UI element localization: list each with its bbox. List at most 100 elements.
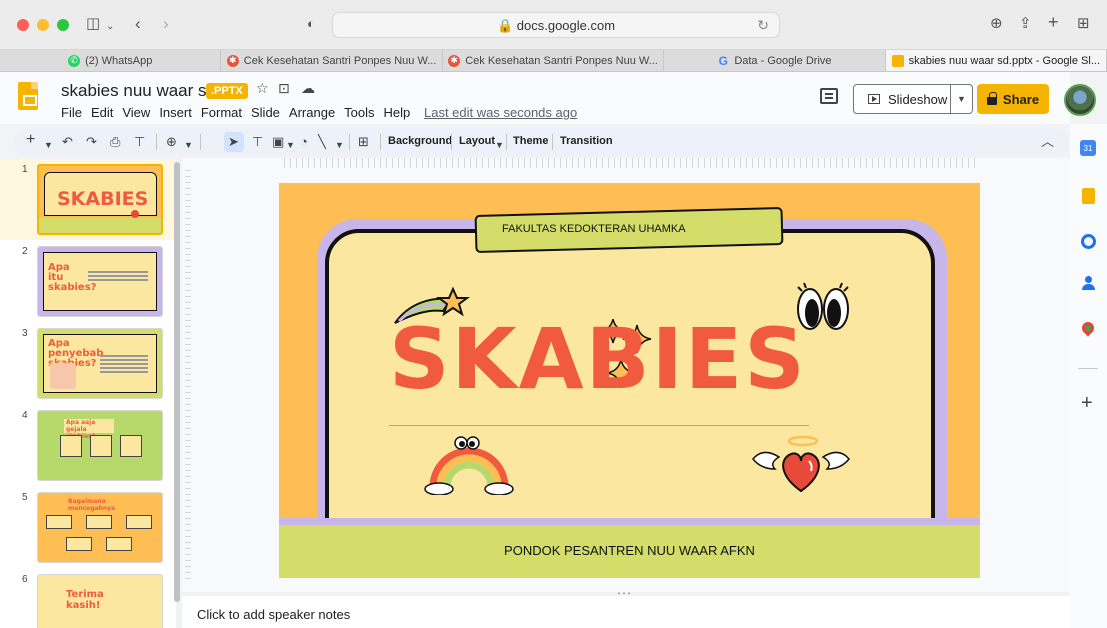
browser-tab[interactable]: ✱ Cek Kesehatan Santri Ponpes Nuu W... <box>221 50 443 71</box>
slide-thumbnail-5[interactable]: 5 Bagaimana mencegahnya <box>0 488 176 568</box>
menu-edit[interactable]: Edit <box>91 105 113 120</box>
downloads-icon[interactable]: ⊕ <box>990 14 1003 34</box>
main-slide[interactable]: FAKULTAS KEDOKTERAN UHAMKA SKABIES PONDO… <box>279 183 980 578</box>
tasks-icon[interactable] <box>1081 234 1096 249</box>
redo-icon[interactable]: ↷ <box>86 134 97 150</box>
slideshow-dropdown-icon[interactable]: ▼ <box>950 85 972 113</box>
move-folder-icon[interactable]: ⊡ <box>278 80 290 97</box>
thumbnail-title: Terima kasih! <box>66 589 104 611</box>
star-icon[interactable]: ☆ <box>256 80 269 97</box>
print-icon[interactable]: ⎙ <box>110 134 120 150</box>
title-divider <box>389 425 809 426</box>
tab-overview-icon[interactable]: ⊞ <box>1077 14 1090 34</box>
slideshow-button[interactable]: Slideshow ▼ <box>853 84 973 114</box>
menu-insert[interactable]: Insert <box>159 105 192 120</box>
slide-title[interactable]: SKABIES <box>389 317 807 401</box>
slide-thumbnail-1[interactable]: 1 SKABIES <box>0 160 176 240</box>
reload-icon[interactable]: ↻ <box>757 17 769 34</box>
image-dropdown-icon[interactable]: ▼ <box>286 137 295 153</box>
tab-label: Data - Google Drive <box>734 54 832 67</box>
transition-button[interactable]: Transition <box>560 135 613 147</box>
tab-label: Cek Kesehatan Santri Ponpes Nuu W... <box>465 54 658 67</box>
maps-icon[interactable] <box>1079 319 1097 337</box>
chevron-down-icon[interactable]: ⌄ <box>106 17 114 37</box>
comment-history-icon[interactable] <box>820 88 838 104</box>
cloud-status-icon[interactable]: ☁ <box>301 80 315 97</box>
share-sheet-icon[interactable]: ⇪ <box>1019 14 1032 34</box>
layout-dropdown-icon[interactable]: ▼ <box>495 137 504 153</box>
toolbar-divider <box>200 134 201 150</box>
line-icon[interactable]: ╲ <box>318 134 326 150</box>
lock-icon <box>986 92 997 105</box>
toolbar-divider <box>506 134 507 150</box>
privacy-shield-icon[interactable]: ◐ <box>307 14 315 34</box>
slide-thumbnail-4[interactable]: 4 Apa aaja gejala skabies? <box>0 406 176 486</box>
theme-button[interactable]: Theme <box>513 135 548 147</box>
document-title[interactable]: skabies nuu waar sd <box>61 81 216 101</box>
url-value: docs.google.com <box>516 18 616 33</box>
paint-format-icon[interactable]: ⊤ <box>134 134 145 150</box>
thumbnail-title: Bagaimana mencegahnya <box>68 498 116 512</box>
collapse-toolbar-icon[interactable]: ︿ <box>1041 134 1054 150</box>
toolbar-divider <box>349 134 350 150</box>
slide-thumbnail-2[interactable]: 2 Apa itu skabies? <box>0 242 176 322</box>
menu-bar: File Edit View Insert Format Slide Arran… <box>61 105 419 120</box>
menu-help[interactable]: Help <box>384 105 411 120</box>
slides-icon <box>891 54 904 67</box>
text-box-icon[interactable]: ⊤ <box>252 134 263 150</box>
slide-footer-text[interactable]: PONDOK PESANTREN NUU WAAR AFKN <box>279 543 980 558</box>
menu-slide[interactable]: Slide <box>251 105 280 120</box>
shape-icon[interactable]: ◔ <box>300 134 308 150</box>
minimize-window-button[interactable] <box>37 19 49 31</box>
menu-file[interactable]: File <box>61 105 82 120</box>
rainbow-icon[interactable] <box>421 431 517 495</box>
user-avatar[interactable] <box>1064 84 1096 116</box>
zoom-icon[interactable]: ⊕ <box>166 134 177 150</box>
forward-arrow-icon[interactable]: › <box>163 14 169 34</box>
tab-label: skabies nuu waar sd.pptx - Google Sl... <box>908 54 1101 67</box>
zoom-dropdown-icon[interactable]: ▼ <box>184 137 193 153</box>
browser-tab[interactable]: ✆ (2) WhatsApp <box>0 50 222 71</box>
address-bar[interactable]: 🔒 docs.google.com ↻ <box>332 12 780 38</box>
browser-tab[interactable]: ✱ Cek Kesehatan Santri Ponpes Nuu W... <box>443 50 665 71</box>
slide-header-text[interactable]: FAKULTAS KEDOKTERAN UHAMKA <box>502 223 686 235</box>
slide-filmstrip: 1 SKABIES 2 Apa itu skabies? 3 Apa penye… <box>0 160 176 628</box>
share-button[interactable]: Share <box>977 84 1049 114</box>
keep-icon[interactable] <box>1082 188 1095 204</box>
close-window-button[interactable] <box>17 19 29 31</box>
winged-heart-icon[interactable] <box>749 433 853 495</box>
slides-logo-icon[interactable] <box>18 82 38 110</box>
menu-tools[interactable]: Tools <box>344 105 374 120</box>
new-tab-icon[interactable]: + <box>1048 12 1059 32</box>
add-addon-icon[interactable]: + <box>1081 392 1093 415</box>
background-button[interactable]: Background <box>388 135 452 147</box>
slide-thumbnail-3[interactable]: 3 Apa penyebab skabies? <box>0 324 176 404</box>
zoom-window-button[interactable] <box>57 19 69 31</box>
image-icon[interactable]: ▣ <box>272 134 284 150</box>
contacts-icon[interactable] <box>1082 276 1095 291</box>
layout-button[interactable]: Layout <box>459 135 495 147</box>
browser-tab-active[interactable]: skabies nuu waar sd.pptx - Google Sl... <box>885 50 1107 71</box>
browser-tab-bar: ✆ (2) WhatsApp ✱ Cek Kesehatan Santri Po… <box>0 50 1107 72</box>
menu-view[interactable]: View <box>122 105 150 120</box>
menu-format[interactable]: Format <box>201 105 242 120</box>
menu-arrange[interactable]: Arrange <box>289 105 335 120</box>
filmstrip-scroll-thumb[interactable] <box>174 162 180 602</box>
browser-tab[interactable]: G Data - Google Drive <box>664 50 886 71</box>
slide-thumbnail-6[interactable]: 6 Terima kasih! <box>0 570 176 628</box>
sidebar-toggle-icon[interactable]: ◫ <box>86 14 100 34</box>
browser-toolbar: ◫ ⌄ ‹ › ◐ 🔒 docs.google.com ↻ ⊕ ⇪ + ⊞ <box>0 0 1107 50</box>
slideshow-play-icon <box>868 94 880 104</box>
filmstrip-scrollbar[interactable] <box>174 162 180 602</box>
new-slide-dropdown-icon[interactable]: ▼ <box>44 137 53 153</box>
new-slide-icon[interactable]: + <box>26 132 35 148</box>
comment-add-icon[interactable]: ⊞ <box>358 134 369 150</box>
back-arrow-icon[interactable]: ‹ <box>135 14 141 34</box>
vertical-ruler <box>185 170 191 580</box>
calendar-icon[interactable]: 31 <box>1080 140 1096 156</box>
undo-icon[interactable]: ↶ <box>62 134 73 150</box>
thumbnail-title: SKABIES <box>57 188 149 210</box>
speaker-notes-area[interactable]: Click to add speaker notes <box>182 596 1070 628</box>
last-edit-link[interactable]: Last edit was seconds ago <box>424 105 577 120</box>
line-dropdown-icon[interactable]: ▼ <box>335 137 344 153</box>
